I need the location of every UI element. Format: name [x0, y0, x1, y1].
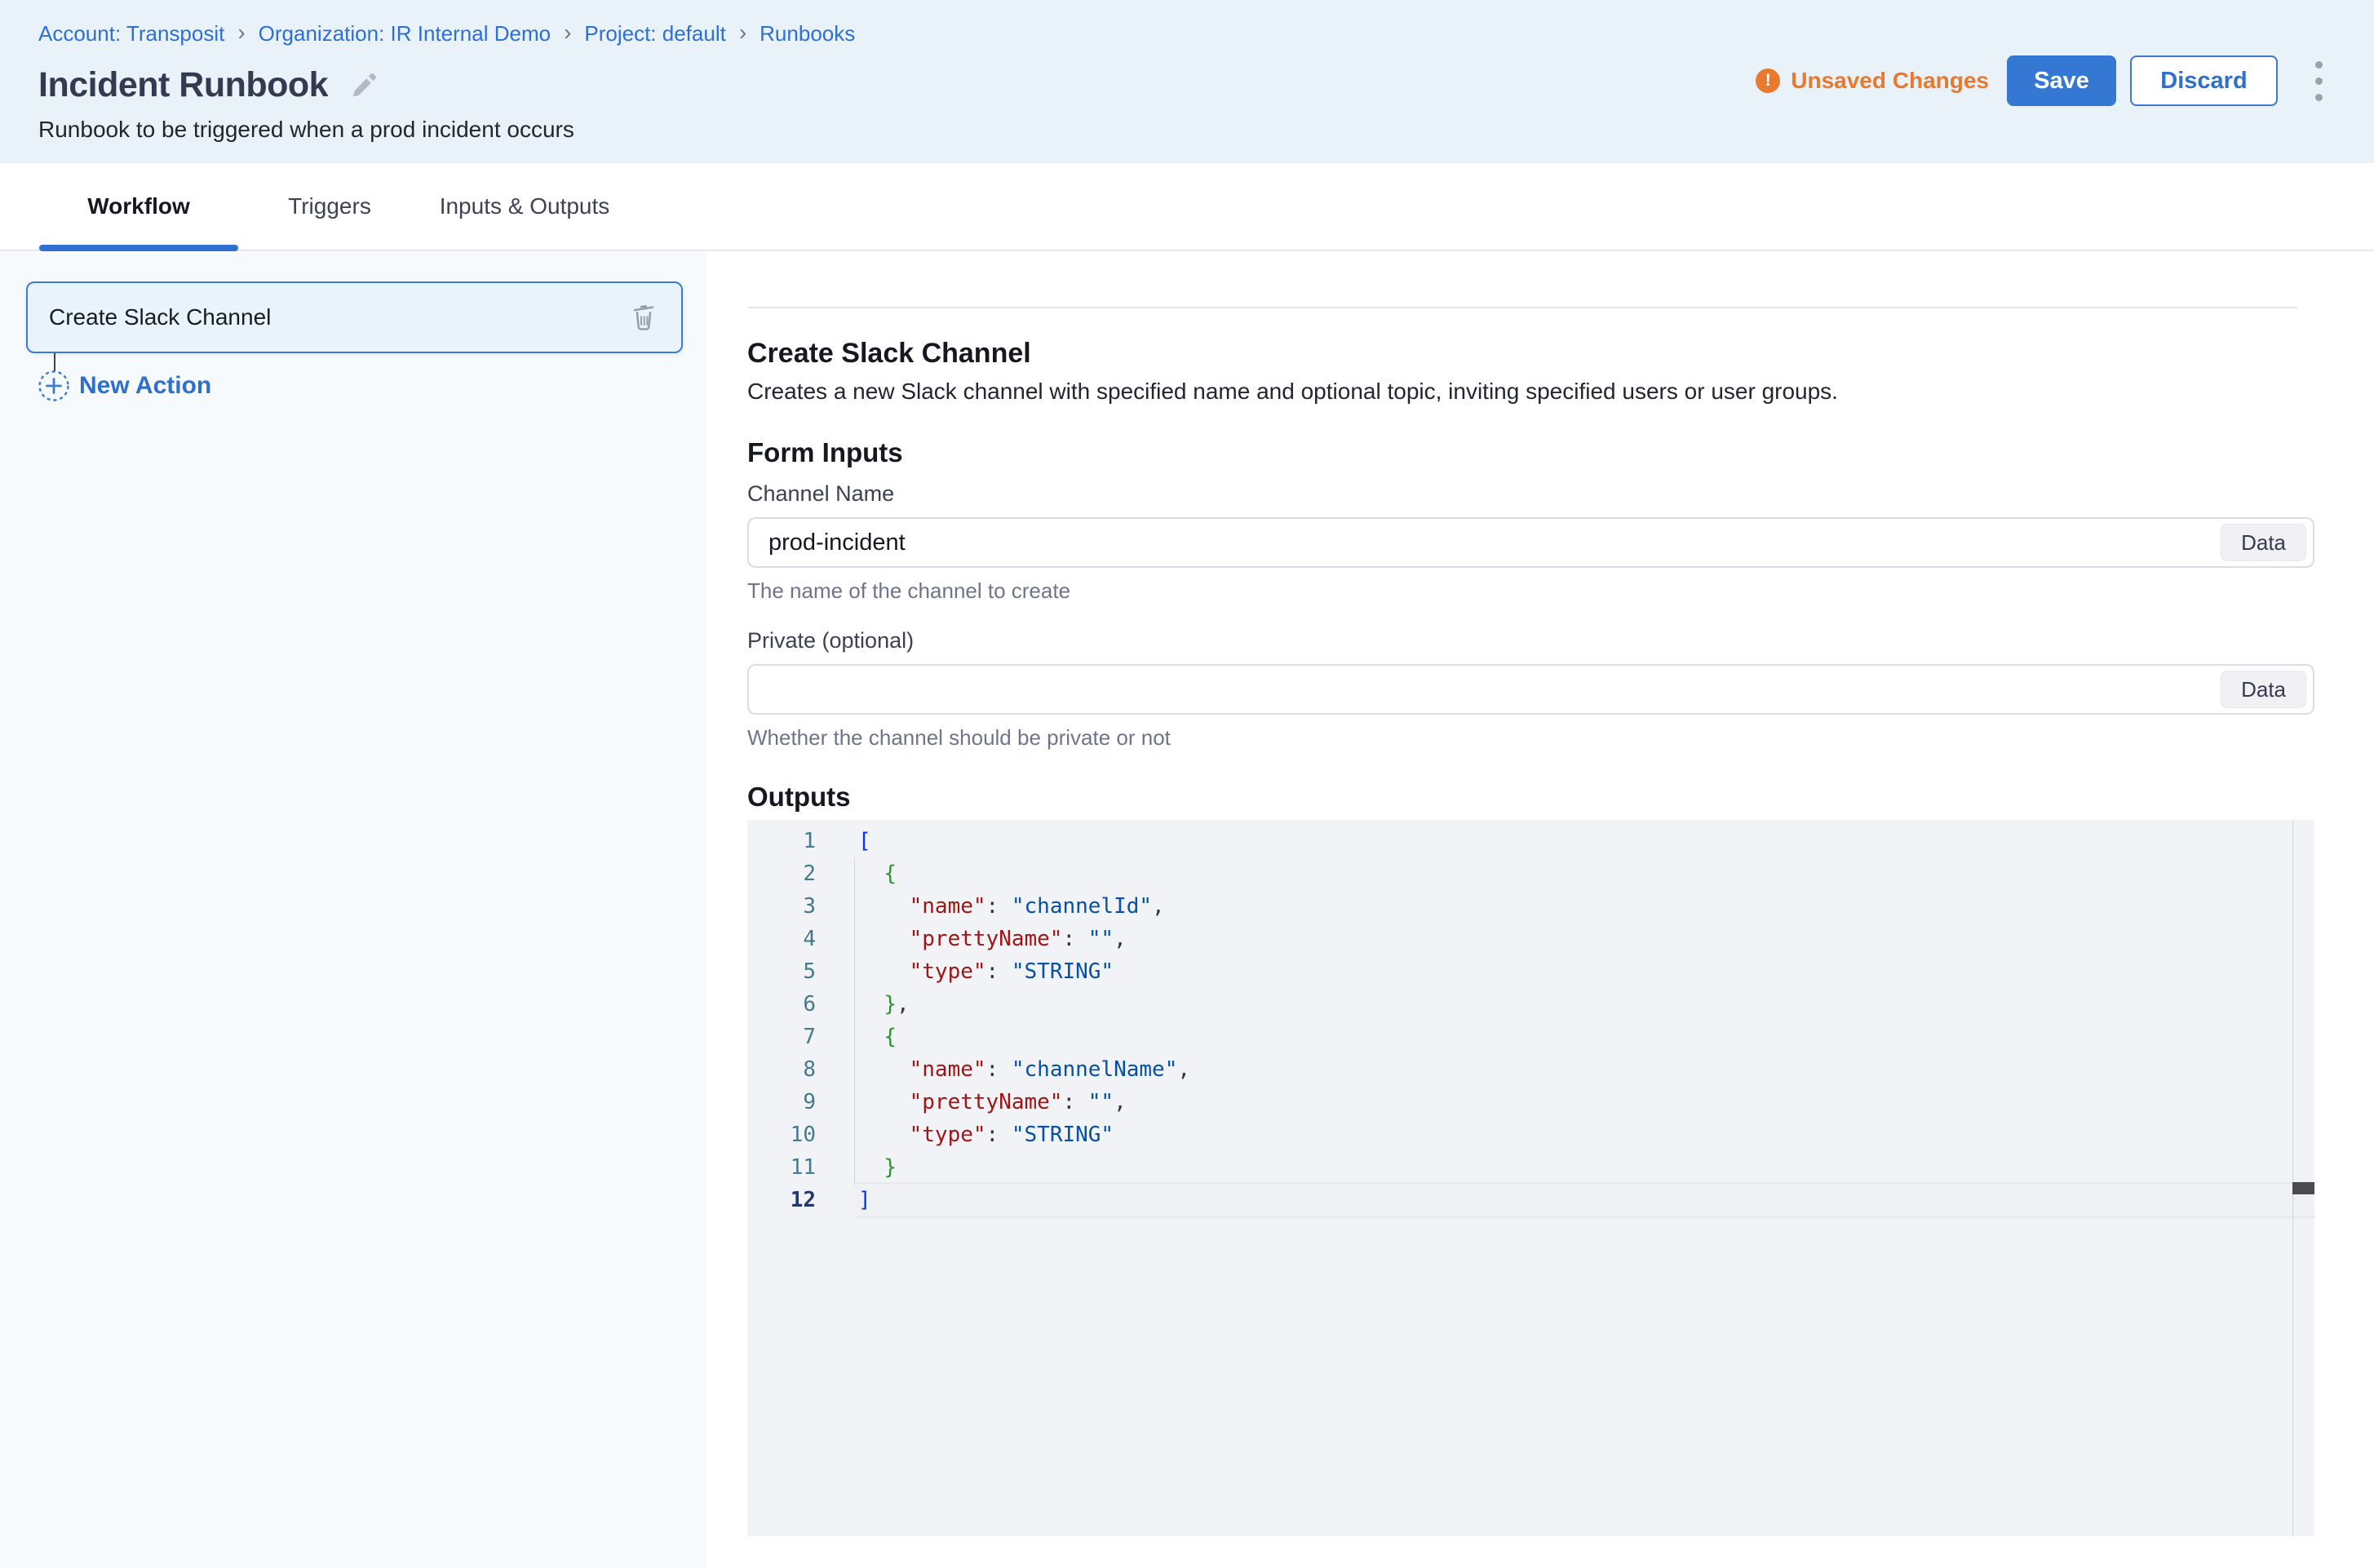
breadcrumb-separator: › [739, 21, 746, 47]
channel-name-input[interactable] [747, 517, 2314, 568]
breadcrumb-runbooks-link[interactable]: Runbooks [760, 21, 855, 47]
private-helper: Whether the channel should be private or… [747, 725, 1171, 751]
action-detail-title: Create Slack Channel [747, 338, 1031, 370]
outputs-code-editor[interactable]: 1[2 {3 "name": "channelId",4 "prettyName… [747, 820, 2314, 1536]
channel-name-data-button[interactable]: Data [2221, 524, 2306, 561]
indent-guide-line [854, 857, 855, 1185]
editor-line: 9 "prettyName": "", [747, 1086, 2314, 1118]
line-number: 6 [747, 988, 816, 1021]
action-description: Creates a new Slack channel with specifi… [747, 379, 1838, 405]
editor-line: 1[ [747, 825, 2314, 857]
line-number: 11 [747, 1151, 816, 1184]
editor-line: 6 }, [747, 988, 2314, 1021]
line-number: 7 [747, 1021, 816, 1053]
save-button[interactable]: Save [2007, 55, 2116, 106]
tab-workflow[interactable]: Workflow [39, 163, 238, 250]
outputs-heading: Outputs [747, 782, 850, 813]
editor-line: 12] [747, 1184, 2314, 1216]
editor-line: 11 } [747, 1151, 2314, 1184]
warning-exclamation-icon: ! [1756, 69, 1780, 93]
line-number: 8 [747, 1053, 816, 1086]
line-number: 9 [747, 1086, 816, 1118]
plus-circle-icon [38, 370, 70, 402]
breadcrumb-separator: › [564, 21, 571, 47]
editor-line: 7 { [747, 1021, 2314, 1053]
line-number: 3 [747, 890, 816, 923]
action-card-create-slack-channel[interactable]: Create Slack Channel [26, 281, 683, 353]
line-number: 10 [747, 1118, 816, 1151]
line-number: 12 [747, 1184, 816, 1216]
discard-button[interactable]: Discard [2130, 55, 2278, 106]
workflow-actions-panel: Create Slack Channel New Action [0, 253, 706, 1568]
action-detail-panel: Create Slack Channel Creates a new Slack… [706, 253, 2374, 1568]
editor-line: 3 "name": "channelId", [747, 890, 2314, 923]
tab-inputs-outputs[interactable]: Inputs & Outputs [431, 163, 618, 250]
form-inputs-heading: Form Inputs [747, 437, 903, 468]
delete-action-button[interactable] [627, 301, 660, 334]
breadcrumb-project-link[interactable]: Project: default [584, 21, 725, 47]
line-number: 5 [747, 955, 816, 988]
channel-name-label: Channel Name [747, 481, 894, 507]
breadcrumb-organization-link[interactable]: Organization: IR Internal Demo [259, 21, 551, 47]
line-number: 1 [747, 825, 816, 857]
private-data-button[interactable]: Data [2221, 671, 2306, 708]
tab-bar: Workflow Triggers Inputs & Outputs [0, 163, 2374, 251]
unsaved-changes-badge: ! Unsaved Changes [1756, 68, 1989, 94]
top-divider [747, 307, 2297, 308]
tab-triggers[interactable]: Triggers [261, 163, 398, 250]
breadcrumb-account-link[interactable]: Account: Transposit [38, 21, 224, 47]
editor-line: 2 { [747, 857, 2314, 890]
editor-line: 8 "name": "channelName", [747, 1053, 2314, 1086]
private-input[interactable] [747, 664, 2314, 715]
runbook-subtitle: Runbook to be triggered when a prod inci… [38, 117, 574, 143]
line-number: 2 [747, 857, 816, 890]
editor-line: 4 "prettyName": "", [747, 923, 2314, 955]
new-action-button[interactable]: New Action [38, 370, 211, 402]
private-label: Private (optional) [747, 628, 914, 653]
edit-title-pencil-icon[interactable] [349, 71, 379, 100]
editor-scrollbar[interactable] [2292, 820, 2314, 1536]
editor-line: 10 "type": "STRING" [747, 1118, 2314, 1151]
page-header: Account: Transposit › Organization: IR I… [0, 0, 2374, 163]
unsaved-changes-label: Unsaved Changes [1791, 68, 1989, 94]
channel-name-helper: The name of the channel to create [747, 578, 1070, 604]
new-action-label: New Action [79, 372, 211, 400]
action-card-label: Create Slack Channel [49, 304, 627, 330]
trash-icon [627, 301, 660, 334]
more-options-kebab-icon[interactable] [2312, 55, 2325, 106]
editor-lines: 1[2 {3 "name": "channelId",4 "prettyName… [747, 825, 2314, 1216]
editor-scrollbar-thumb[interactable] [2292, 1182, 2314, 1194]
line-number: 4 [747, 923, 816, 955]
breadcrumb-separator: › [237, 21, 245, 47]
editor-line: 5 "type": "STRING" [747, 955, 2314, 988]
workflow-connector-line [54, 353, 55, 371]
private-field: Data [747, 664, 2314, 715]
page-title: Incident Runbook [38, 65, 328, 105]
breadcrumb: Account: Transposit › Organization: IR I… [38, 21, 855, 47]
channel-name-field: Data [747, 517, 2314, 568]
